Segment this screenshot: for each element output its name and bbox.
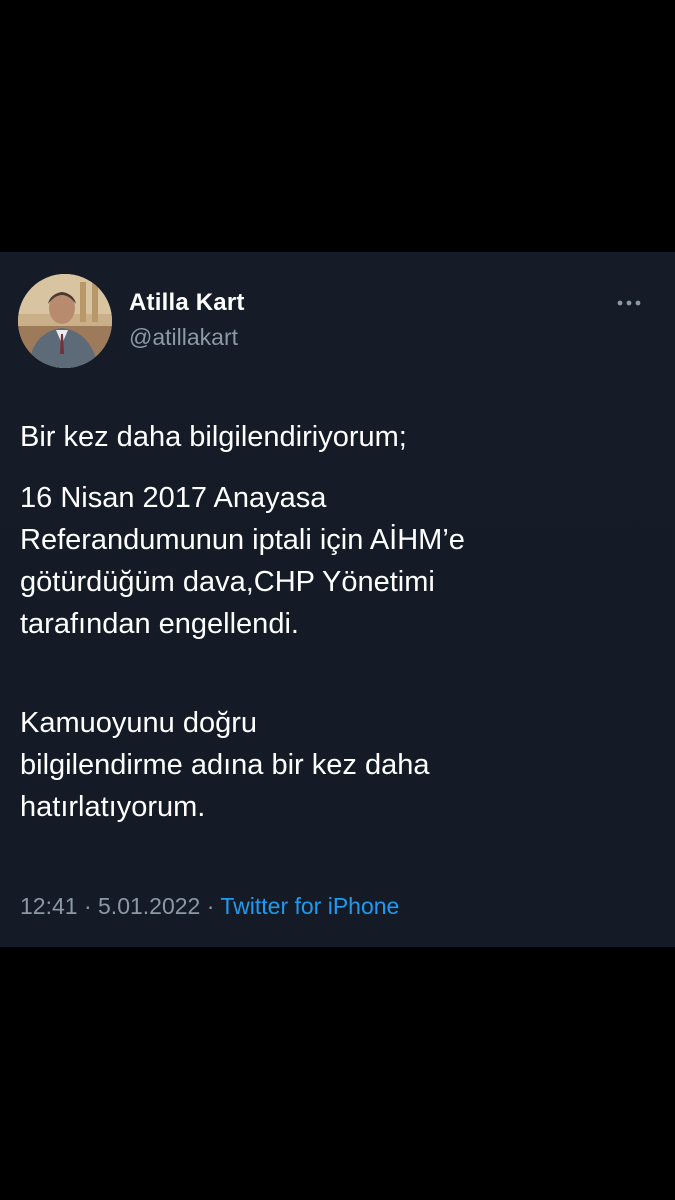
tweet-text-line: götürdüğüm dava,CHP Yönetimi [20,566,435,598]
meta-separator: · [77,893,99,919]
more-horizontal-icon[interactable] [612,292,646,314]
meta-separator: · [200,893,221,919]
tweet-text-line: tarafından engellendi. [20,608,299,640]
tweet-text-line: Referandumunun iptali için AİHM’e [20,524,465,556]
tweet-text-line: hatırlatıyorum. [20,791,206,823]
tweet-text-line: Bir kez daha bilgilendiriyorum; [20,421,407,453]
author-display-name[interactable]: Atilla Kart [129,289,245,317]
author-avatar[interactable] [18,274,112,368]
tweet-text-line: Kamuoyunu doğru [20,707,257,739]
tweet-time[interactable]: 12:41 [20,893,78,919]
tweet-text-line: 16 Nisan 2017 Anayasa [20,482,327,514]
author-handle[interactable]: @atillakart [129,324,238,351]
tweet-paragraph-1: Bir kez daha bilgilendiriyorum; [20,416,650,458]
tweet-paragraph-2: 16 Nisan 2017 Anayasa Referandumunun ipt… [20,477,650,645]
tweet-paragraph-3: Kamuoyunu doğru bilgilendirme adına bir … [20,702,650,828]
tweet-text-line: bilgilendirme adına bir kez daha [20,749,430,781]
tweet-meta: 12:41 · 5.01.2022 · Twitter for iPhone [20,893,399,920]
profile-photo-icon [18,274,112,368]
tweet-source-link[interactable]: Twitter for iPhone [220,893,399,919]
tweet-date[interactable]: 5.01.2022 [98,893,200,919]
